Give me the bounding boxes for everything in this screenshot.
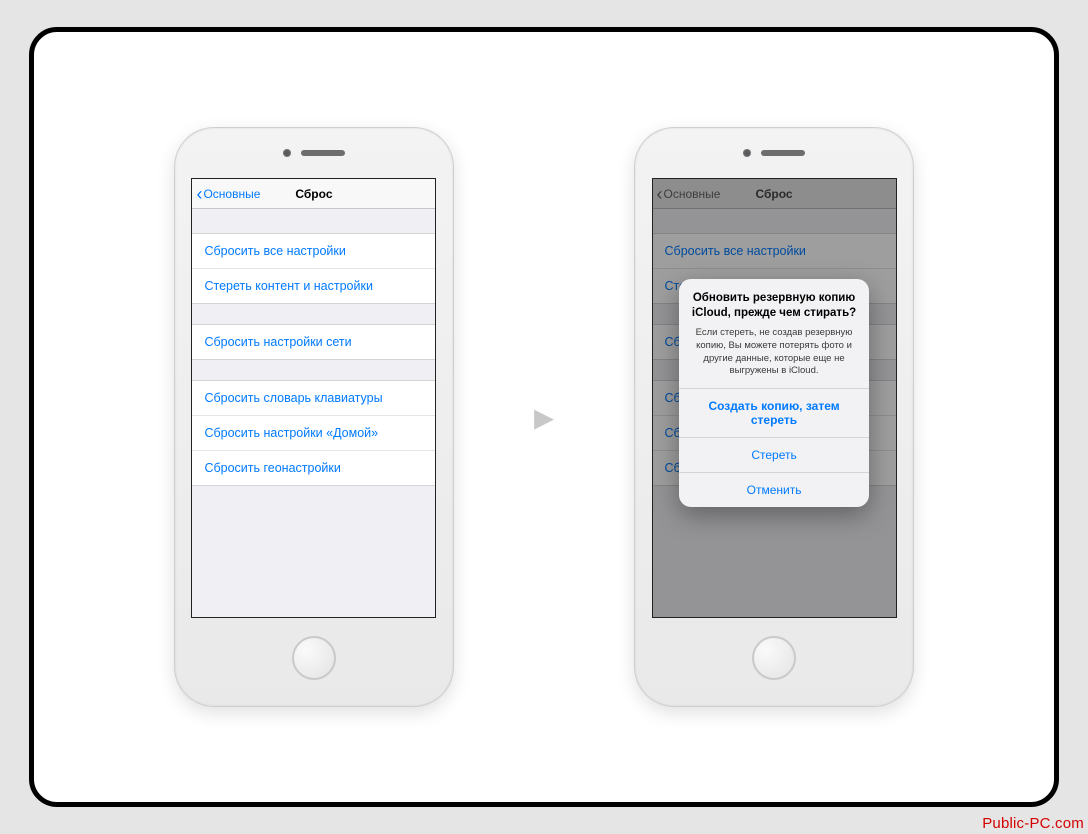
settings-group-1: Сбросить все настройки Стереть контент и… [192, 233, 435, 304]
row-reset-home-layout[interactable]: Сбросить настройки «Домой» [192, 415, 435, 450]
earpiece-speaker-icon [301, 150, 345, 156]
home-button[interactable] [292, 636, 336, 680]
section-gap [192, 360, 435, 380]
backup-then-erase-button[interactable]: Создать копию, затем стереть [679, 388, 869, 437]
stage: ‹ Основные Сброс Сбросить все настройки … [34, 32, 1054, 802]
arrow-right-icon: ▸ [534, 397, 554, 437]
nav-back-button[interactable]: ‹ Основные [192, 185, 260, 203]
device-top-bar [175, 128, 453, 178]
nav-bar: ‹ Основные Сброс [192, 179, 435, 209]
section-gap [192, 209, 435, 233]
row-erase-content-settings[interactable]: Стереть контент и настройки [192, 268, 435, 303]
iphone-device-right: ‹ Основные Сброс Сбросить все настройки … [634, 127, 914, 707]
chevron-left-icon: ‹ [196, 185, 202, 203]
row-reset-location-privacy[interactable]: Сбросить геонастройки [192, 450, 435, 485]
screen-left: ‹ Основные Сброс Сбросить все настройки … [191, 178, 436, 618]
erase-button[interactable]: Стереть [679, 437, 869, 472]
screen-right: ‹ Основные Сброс Сбросить все настройки … [652, 178, 897, 618]
section-gap [192, 304, 435, 324]
device-top-bar [635, 128, 913, 178]
earpiece-speaker-icon [761, 150, 805, 156]
sheet-title: Обновить резервную копию iCloud, прежде … [691, 291, 857, 321]
row-reset-keyboard-dictionary[interactable]: Сбросить словарь клавиатуры [192, 381, 435, 415]
settings-group-3: Сбросить словарь клавиатуры Сбросить нас… [192, 380, 435, 486]
front-camera-icon [283, 149, 291, 157]
sheet-header: Обновить резервную копию iCloud, прежде … [679, 279, 869, 388]
confirmation-sheet: Обновить резервную копию iCloud, прежде … [679, 279, 869, 507]
iphone-device-left: ‹ Основные Сброс Сбросить все настройки … [174, 127, 454, 707]
sheet-message: Если стереть, не создав резервную копию,… [691, 327, 857, 378]
watermark-text: Public-PC.com [982, 815, 1084, 832]
row-reset-network[interactable]: Сбросить настройки сети [192, 325, 435, 359]
row-reset-all-settings[interactable]: Сбросить все настройки [192, 234, 435, 268]
content-frame: ‹ Основные Сброс Сбросить все настройки … [29, 27, 1059, 807]
nav-back-label: Основные [203, 187, 260, 201]
settings-group-2: Сбросить настройки сети [192, 324, 435, 360]
cancel-button[interactable]: Отменить [679, 472, 869, 507]
front-camera-icon [743, 149, 751, 157]
home-button[interactable] [752, 636, 796, 680]
